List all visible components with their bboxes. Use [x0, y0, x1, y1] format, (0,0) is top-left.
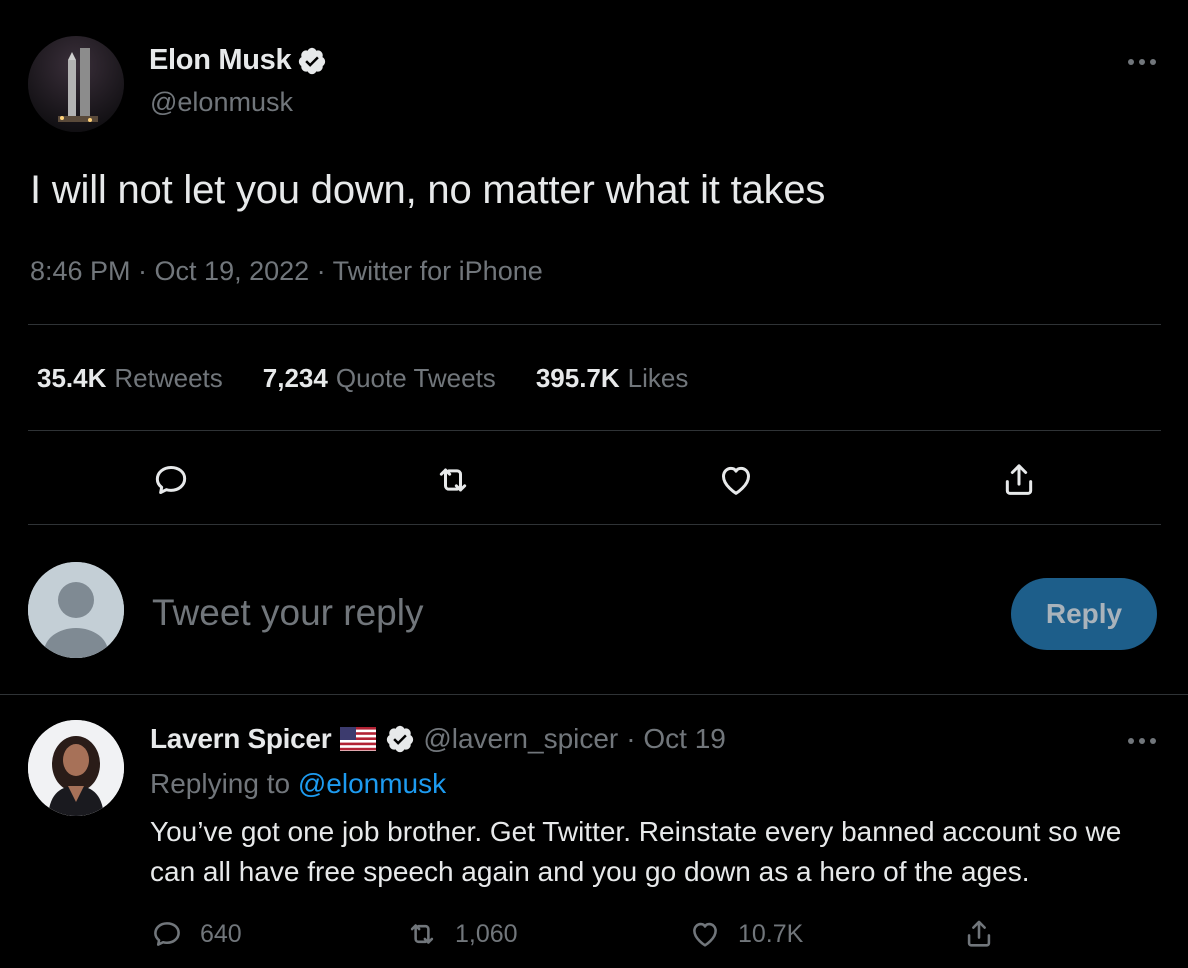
like-count: 10.7K [738, 919, 804, 948]
replying-to: Replying to @elonmusk [150, 768, 446, 800]
reply-author-avatar[interactable] [28, 720, 124, 816]
author-name-text[interactable]: Elon Musk [149, 44, 292, 77]
share-icon [967, 920, 991, 947]
reply-author-handle[interactable]: @lavern_spicer [423, 723, 618, 755]
replying-to-handle-link[interactable]: @elonmusk [298, 768, 446, 799]
reply-reply-button[interactable]: 640 [150, 914, 242, 954]
divider [28, 430, 1161, 431]
default-avatar-icon [28, 562, 124, 658]
share-icon[interactable] [997, 458, 1041, 502]
reply-date[interactable]: · Oct 19 [626, 723, 726, 755]
reply-share-button[interactable] [962, 914, 996, 954]
reply-icon[interactable] [149, 458, 193, 502]
likes-count: 395.7K [535, 363, 620, 393]
likes-stat[interactable]: 395.7K Likes [536, 363, 689, 394]
quotes-count: 7,234 [262, 363, 328, 393]
author-name[interactable]: Elon Musk [149, 44, 327, 77]
tweet-page: Elon Musk @elonmusk I will not let you d… [0, 0, 1188, 968]
retweet-count: 1,060 [455, 919, 518, 948]
retweets-stat[interactable]: 35.4K Retweets [37, 363, 223, 394]
rocket-image-icon [28, 36, 124, 132]
more-options-icon[interactable] [1124, 48, 1160, 76]
verified-badge-icon [387, 725, 414, 753]
tweet-meta[interactable]: 8:46 PM · Oct 19, 2022 · Twitter for iPh… [30, 256, 543, 287]
like-icon[interactable] [714, 458, 758, 502]
user-avatar[interactable] [28, 562, 124, 658]
author-avatar[interactable] [28, 36, 124, 132]
reply-text: You’ve got one job brother. Get Twitter.… [150, 816, 1122, 887]
author-handle[interactable]: @elonmusk [150, 87, 293, 118]
divider [0, 694, 1188, 695]
us-flag-icon [340, 727, 377, 751]
retweet-icon [410, 924, 434, 944]
reply-input[interactable]: Tweet your reply [152, 592, 423, 634]
verified-badge-icon [299, 47, 326, 74]
replying-to-prefix: Replying to [150, 768, 291, 799]
reply-button[interactable]: Reply [1011, 578, 1157, 650]
reply-icon [154, 922, 180, 946]
person-photo-icon [28, 720, 124, 816]
retweet-icon[interactable] [431, 458, 475, 502]
reply-count: 640 [200, 919, 242, 948]
divider [28, 524, 1161, 525]
retweets-count: 35.4K [37, 363, 107, 393]
reply-like-button[interactable]: 10.7K [688, 914, 803, 954]
reply-more-options-icon[interactable] [1124, 727, 1160, 755]
likes-label: Likes [627, 363, 689, 393]
divider [28, 324, 1161, 325]
like-icon [693, 922, 717, 947]
reply-author-name[interactable]: Lavern Spicer [150, 723, 332, 755]
reply-retweet-button[interactable]: 1,060 [405, 914, 518, 954]
quotes-stat[interactable]: 7,234 Quote Tweets [263, 363, 496, 394]
tweet-stats: 35.4K Retweets 7,234 Quote Tweets 395.7K… [37, 363, 688, 394]
quotes-label: Quote Tweets [335, 363, 496, 393]
retweets-label: Retweets [114, 363, 223, 393]
reply-header: Lavern Spicer @lavern_spicer · Oct 19 [150, 723, 726, 755]
tweet-text: I will not let you down, no matter what … [30, 168, 826, 212]
